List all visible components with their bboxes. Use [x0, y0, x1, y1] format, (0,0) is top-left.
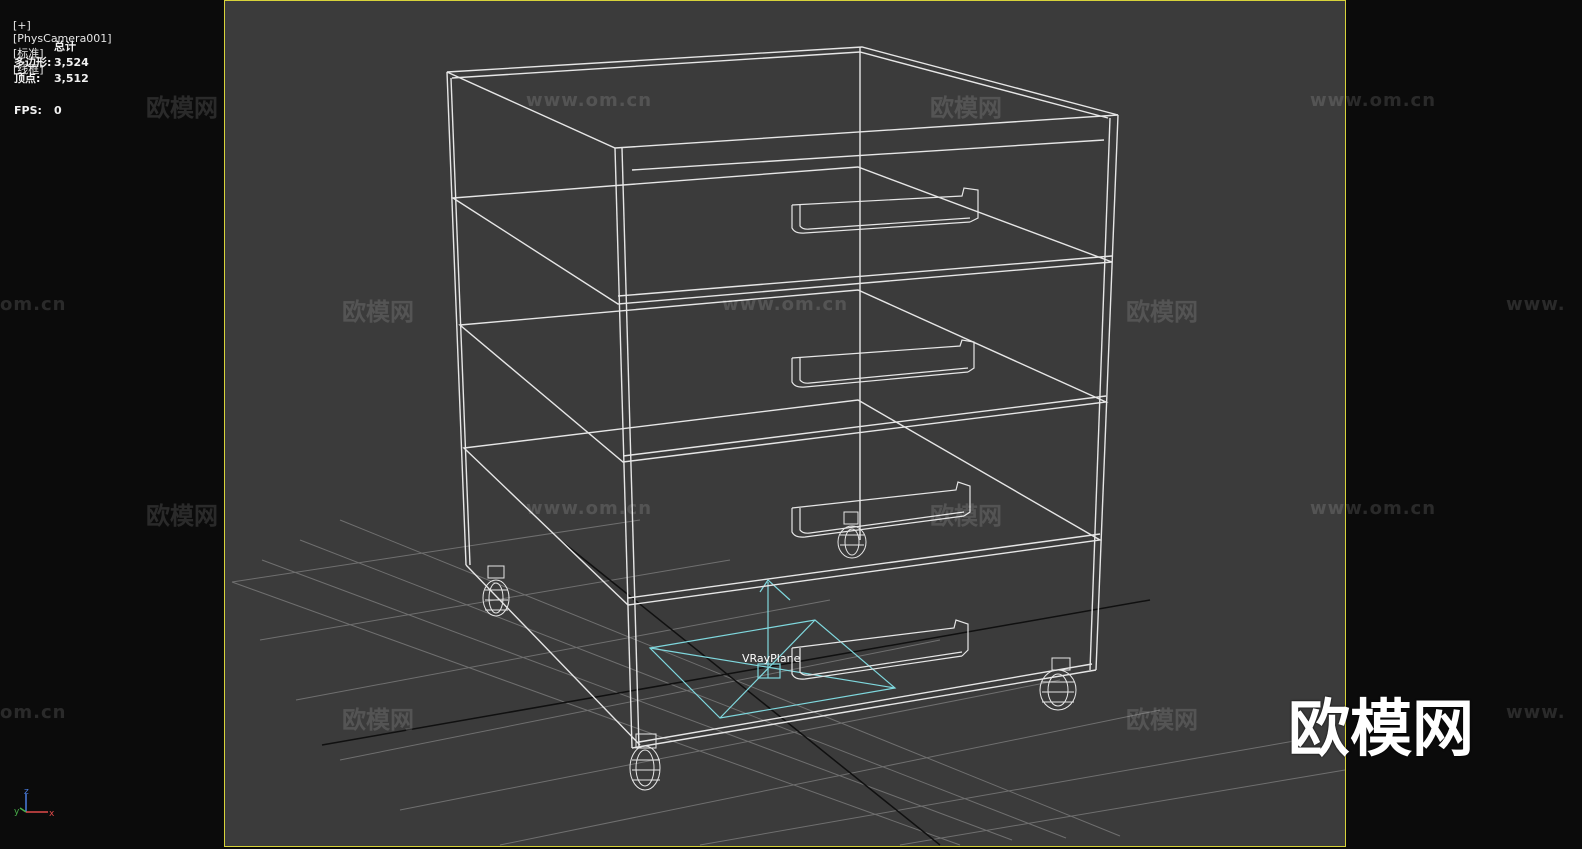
drawer-handles[interactable]	[791, 187, 979, 680]
axis-z-label: z	[24, 787, 29, 797]
caster-wheels[interactable]	[482, 511, 1077, 791]
vrayplane-object[interactable]	[648, 579, 897, 719]
watermark-brand: 欧模网	[930, 502, 1002, 530]
watermark-url-partial: www.	[1506, 702, 1566, 723]
ground-grid	[231, 519, 1346, 846]
drawer-cabinet-wireframe[interactable]	[446, 46, 1119, 749]
grid-main-axes	[321, 539, 1151, 846]
watermark-brand: 欧模网	[1126, 298, 1198, 326]
watermark-brand: 欧模网	[342, 298, 414, 326]
watermark-url-partial: www.	[1506, 294, 1566, 315]
watermark-url: www.om.cn	[526, 498, 653, 519]
watermark-brand: 欧模网	[1126, 706, 1198, 734]
watermark-url: www.om.cn	[526, 90, 653, 111]
caster-wheel-back-left[interactable]	[482, 565, 510, 617]
axis-y-label: y	[14, 807, 20, 817]
axis-x-label: x	[49, 809, 55, 819]
axis-tripod-icon: z x y	[14, 787, 55, 819]
caster-wheel-back-right[interactable]	[837, 511, 867, 559]
watermark-url-partial: om.cn	[0, 702, 67, 723]
watermark-url: www.om.cn	[722, 294, 849, 315]
watermark-url-partial: om.cn	[0, 294, 67, 315]
watermark-url: www.om.cn	[1310, 498, 1437, 519]
brand-logo: 欧模网	[1288, 692, 1475, 765]
watermark-brand: 欧模网	[342, 706, 414, 734]
watermark-brand: 欧模网	[146, 94, 218, 122]
caster-wheel-front-right[interactable]	[1039, 657, 1077, 711]
watermark-url: www.om.cn	[1310, 90, 1437, 111]
watermark-brand: 欧模网	[146, 502, 218, 530]
watermark-brand: 欧模网	[930, 94, 1002, 122]
